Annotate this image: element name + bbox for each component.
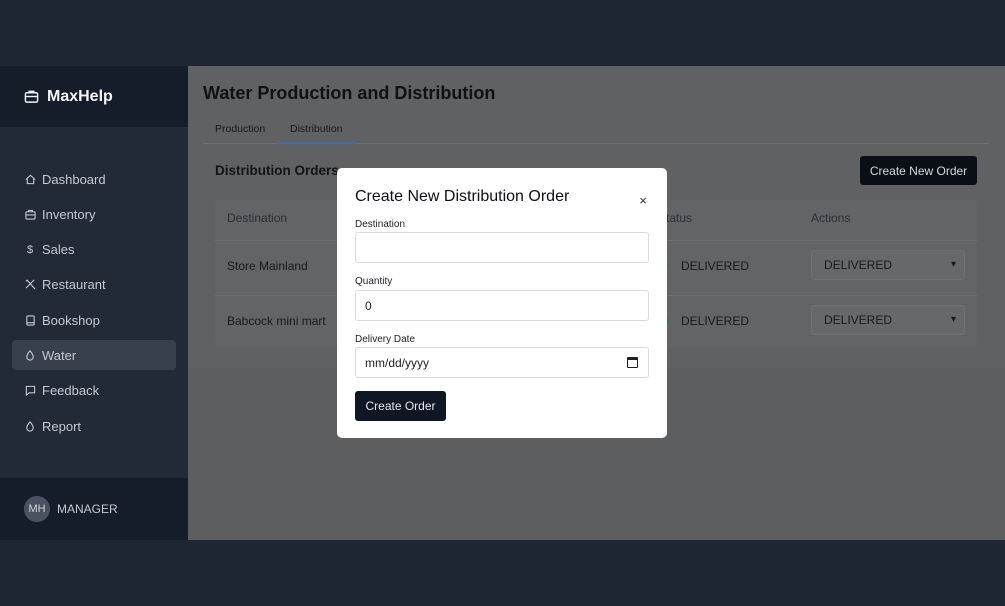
sidebar-item-label: Inventory <box>42 206 96 222</box>
book-icon <box>24 314 36 326</box>
delivery-date-input[interactable]: mm/dd/yyyy <box>355 347 649 378</box>
status-badge: DELIVERED <box>663 314 749 328</box>
message-icon <box>24 385 36 397</box>
sidebar-item-report[interactable]: Report <box>12 411 176 441</box>
column-header-status: tatus <box>666 211 693 225</box>
sidebar-item-label: Sales <box>42 242 75 258</box>
home-icon <box>24 173 36 185</box>
briefcase-icon <box>24 208 36 220</box>
briefcase-icon <box>24 90 39 103</box>
sidebar-item-feedback[interactable]: Feedback <box>12 376 176 406</box>
dollar-icon: $ <box>26 243 34 256</box>
delivery-date-label: Delivery Date <box>355 334 416 345</box>
table-cell-destination: Babcock mini mart <box>227 314 326 328</box>
section-title: Distribution Orders <box>215 163 339 178</box>
modal-title: Create New Distribution Order <box>355 188 570 205</box>
sidebar-item-label: Feedback <box>42 383 100 399</box>
sidebar-nav: Dashboard Inventory $ Sales Restaurant B… <box>12 164 176 446</box>
select-value: DELIVERED <box>824 313 893 327</box>
sidebar-item-label: Report <box>42 418 82 434</box>
sidebar-item-dashboard[interactable]: Dashboard <box>12 164 176 194</box>
chevron-down-icon: ▾ <box>950 259 956 270</box>
destination-label: Destination <box>355 219 406 230</box>
create-order-modal: Create New Distribution Order × Destinat… <box>337 168 667 438</box>
status-text: DELIVERED <box>681 259 750 273</box>
column-header-actions: Actions <box>811 211 851 225</box>
sidebar-item-label: Bookshop <box>42 312 100 328</box>
status-select[interactable]: DELIVERED ▾ <box>811 305 965 335</box>
sidebar-item-sales[interactable]: $ Sales <box>12 235 176 265</box>
tab-distribution[interactable]: Distribution <box>278 123 357 144</box>
page-title: Water Production and Distribution <box>203 83 496 103</box>
user-role: MANAGER <box>57 502 118 516</box>
table-cell-destination: Store Mainland <box>227 259 308 273</box>
droplet-icon <box>24 349 36 361</box>
chevron-down-icon: ▾ <box>950 314 956 325</box>
tab-production[interactable]: Production <box>215 123 265 144</box>
sidebar-item-restaurant[interactable]: Restaurant <box>12 270 176 300</box>
create-order-button[interactable]: Create Order <box>355 391 446 421</box>
avatar: MH <box>24 496 50 522</box>
sidebar-item-label: Water <box>42 347 77 363</box>
select-value: DELIVERED <box>824 258 893 272</box>
calendar-icon[interactable] <box>627 357 638 368</box>
status-text: DELIVERED <box>681 314 750 328</box>
status-select[interactable]: DELIVERED ▾ <box>811 250 965 280</box>
brand: MaxHelp <box>0 66 188 127</box>
create-new-order-button[interactable]: Create New Order <box>860 156 977 185</box>
sidebar-item-water[interactable]: Water <box>12 340 176 371</box>
quantity-input[interactable]: 0 <box>355 290 649 321</box>
utensils-icon <box>24 279 36 291</box>
close-icon[interactable]: × <box>637 193 649 208</box>
quantity-label: Quantity <box>355 276 393 287</box>
tab-bar: Production Distribution <box>203 120 989 144</box>
sidebar-item-inventory[interactable]: Inventory <box>12 199 176 229</box>
sidebar-item-label: Restaurant <box>42 277 106 293</box>
status-badge: DELIVERED <box>663 259 749 273</box>
brand-name: MaxHelp <box>47 87 113 105</box>
user-profile[interactable]: MH MANAGER <box>0 478 188 540</box>
column-header-destination: Destination <box>227 211 288 225</box>
droplet-icon <box>24 420 36 432</box>
date-placeholder: mm/dd/yyyy <box>365 355 430 370</box>
sidebar-item-bookshop[interactable]: Bookshop <box>12 305 176 335</box>
sidebar: MaxHelp Dashboard Inventory $ Sales Rest… <box>0 66 188 540</box>
sidebar-item-label: Dashboard <box>42 171 106 187</box>
destination-input[interactable] <box>355 232 649 263</box>
